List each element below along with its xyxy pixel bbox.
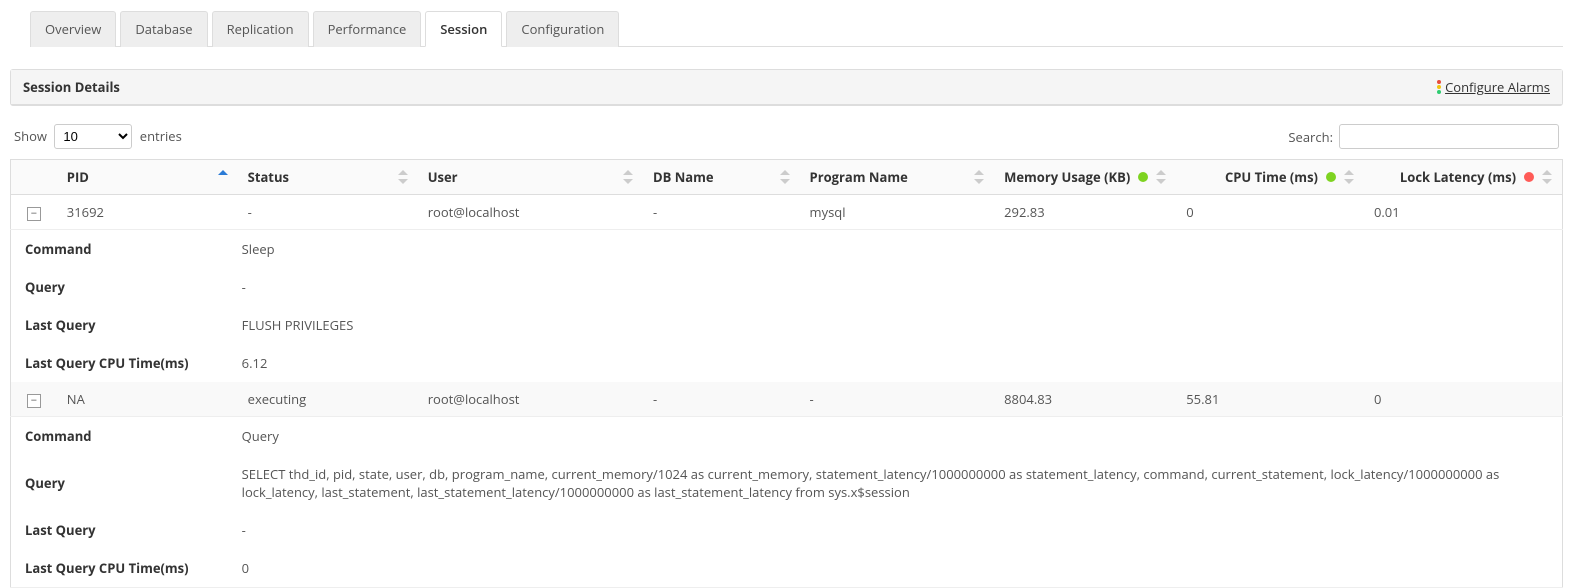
table-row: − 31692 - root@localhost - mysql 292.83 … xyxy=(11,195,1563,230)
detail-row: Last Query CPU Time(ms) 0 xyxy=(11,549,1563,588)
detail-row: Command Sleep xyxy=(11,230,1563,269)
detail-row: Command Query xyxy=(11,417,1563,456)
entries-select[interactable]: 10 xyxy=(54,124,132,149)
sort-asc-icon xyxy=(218,170,228,184)
length-suffix: entries xyxy=(140,127,182,145)
detail-row: Last Query CPU Time(ms) 6.12 xyxy=(11,344,1563,382)
session-table: PID Status User DB Name Program Name xyxy=(10,159,1563,588)
sort-icon xyxy=(1156,170,1166,184)
detail-value-last-query: - xyxy=(238,511,1563,549)
col-program-label: Program Name xyxy=(810,168,908,186)
length-prefix: Show xyxy=(14,127,47,145)
detail-value-query: SELECT thd_id, pid, state, user, db, pro… xyxy=(238,455,1563,511)
detail-label-last-query: Last Query xyxy=(11,306,238,344)
detail-value-last-query-cpu: 0 xyxy=(238,549,1563,588)
tab-bar: Overview Database Replication Performanc… xyxy=(30,0,1563,47)
col-status[interactable]: Status xyxy=(238,160,418,195)
detail-value-command: Sleep xyxy=(238,230,1563,269)
detail-value-last-query-cpu: 6.12 xyxy=(238,344,1563,382)
configure-alarms-label: Configure Alarms xyxy=(1445,78,1550,96)
tab-session[interactable]: Session xyxy=(425,11,502,47)
sort-icon xyxy=(1344,170,1354,184)
col-lock-label: Lock Latency (ms) xyxy=(1400,168,1516,186)
search-input[interactable] xyxy=(1339,124,1559,149)
cell-user: root@localhost xyxy=(418,195,643,230)
cell-cpu: 55.81 xyxy=(1176,382,1364,417)
cell-program: - xyxy=(800,382,995,417)
detail-value-query: - xyxy=(238,268,1563,306)
cell-db: - xyxy=(643,382,800,417)
cell-db: - xyxy=(643,195,800,230)
col-user[interactable]: User xyxy=(418,160,643,195)
col-lock[interactable]: Lock Latency (ms) xyxy=(1364,160,1563,195)
sort-icon xyxy=(780,170,790,184)
tab-performance[interactable]: Performance xyxy=(313,11,422,47)
cell-status: executing xyxy=(238,382,418,417)
cell-lock: 0 xyxy=(1364,382,1563,417)
table-controls: Show 10 entries Search: xyxy=(10,106,1563,159)
cell-program: mysql xyxy=(800,195,995,230)
row-expander[interactable]: − xyxy=(27,207,41,221)
col-pid[interactable]: PID xyxy=(57,160,238,195)
detail-row: Last Query FLUSH PRIVILEGES xyxy=(11,306,1563,344)
configure-alarms-link[interactable]: Configure Alarms xyxy=(1437,78,1550,96)
sort-icon xyxy=(398,170,408,184)
search-label: Search: xyxy=(1288,128,1333,146)
cell-memory: 8804.83 xyxy=(994,382,1176,417)
cell-pid: NA xyxy=(57,382,238,417)
sort-icon xyxy=(623,170,633,184)
cell-user: root@localhost xyxy=(418,382,643,417)
col-db[interactable]: DB Name xyxy=(643,160,800,195)
detail-label-last-query: Last Query xyxy=(11,511,238,549)
col-cpu-label: CPU Time (ms) xyxy=(1225,168,1318,186)
col-db-label: DB Name xyxy=(653,168,714,186)
cell-pid: 31692 xyxy=(57,195,238,230)
detail-label-command: Command xyxy=(11,230,238,269)
status-dot-red-icon xyxy=(1524,172,1534,182)
col-cpu[interactable]: CPU Time (ms) xyxy=(1176,160,1364,195)
detail-row: Last Query - xyxy=(11,511,1563,549)
detail-label-query: Query xyxy=(11,268,238,306)
detail-value-last-query: FLUSH PRIVILEGES xyxy=(238,306,1563,344)
row-expander[interactable]: − xyxy=(27,394,41,408)
sort-icon xyxy=(974,170,984,184)
detail-value-command: Query xyxy=(238,417,1563,456)
panel-title: Session Details xyxy=(23,78,120,96)
search-control: Search: xyxy=(1288,124,1559,149)
detail-label-last-query-cpu: Last Query CPU Time(ms) xyxy=(11,344,238,382)
col-user-label: User xyxy=(428,168,458,186)
col-memory-label: Memory Usage (KB) xyxy=(1004,168,1130,186)
tab-replication[interactable]: Replication xyxy=(212,11,309,47)
detail-row: Query SELECT thd_id, pid, state, user, d… xyxy=(11,455,1563,511)
status-dot-green-icon xyxy=(1326,172,1336,182)
table-header-row: PID Status User DB Name Program Name xyxy=(11,160,1563,195)
col-program[interactable]: Program Name xyxy=(800,160,995,195)
cell-cpu: 0 xyxy=(1176,195,1364,230)
session-details-panel: Session Details Configure Alarms xyxy=(10,69,1563,106)
detail-label-command: Command xyxy=(11,417,238,456)
table-row: − NA executing root@localhost - - 8804.8… xyxy=(11,382,1563,417)
tab-database[interactable]: Database xyxy=(120,11,207,47)
traffic-light-icon xyxy=(1437,80,1441,94)
col-status-label: Status xyxy=(248,168,289,186)
cell-lock: 0.01 xyxy=(1364,195,1563,230)
tab-configuration[interactable]: Configuration xyxy=(506,11,619,47)
detail-row: Query - xyxy=(11,268,1563,306)
tab-overview[interactable]: Overview xyxy=(30,11,116,47)
panel-header: Session Details Configure Alarms xyxy=(11,70,1562,105)
detail-label-query: Query xyxy=(11,455,238,511)
length-control: Show 10 entries xyxy=(14,124,182,149)
cell-status: - xyxy=(238,195,418,230)
sort-icon xyxy=(1542,170,1552,184)
detail-label-last-query-cpu: Last Query CPU Time(ms) xyxy=(11,549,238,588)
col-memory[interactable]: Memory Usage (KB) xyxy=(994,160,1176,195)
col-pid-label: PID xyxy=(67,168,89,186)
col-expander xyxy=(11,160,57,195)
status-dot-green-icon xyxy=(1138,172,1148,182)
cell-memory: 292.83 xyxy=(994,195,1176,230)
